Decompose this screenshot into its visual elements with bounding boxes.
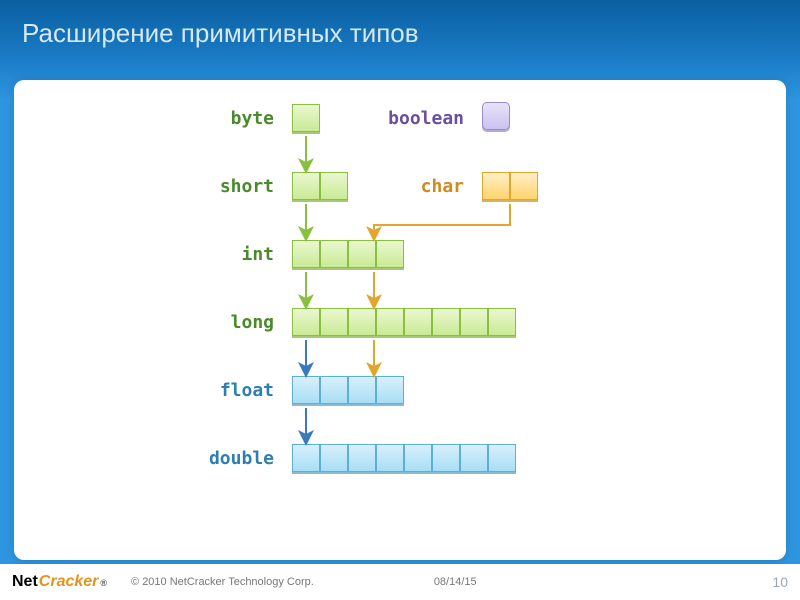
label-double: double	[164, 448, 274, 469]
label-long: long	[164, 312, 274, 333]
logo: NetCracker®	[12, 573, 107, 591]
blocks-char	[482, 172, 538, 200]
blocks-byte	[292, 104, 320, 132]
footer: NetCracker® © 2010 NetCracker Technology…	[0, 564, 800, 600]
label-boolean: boolean	[344, 108, 464, 129]
label-char: char	[384, 176, 464, 197]
label-int: int	[164, 244, 274, 265]
blocks-int	[292, 240, 404, 268]
blocks-float	[292, 376, 404, 404]
logo-cracker: Cracker	[39, 573, 99, 591]
logo-net: Net	[12, 573, 38, 591]
label-byte: byte	[164, 108, 274, 129]
footer-date: 08/14/15	[434, 576, 477, 588]
page-number: 10	[772, 574, 788, 590]
logo-registered: ®	[100, 578, 107, 588]
blocks-long	[292, 308, 516, 336]
slide-title: Расширение примитивных типов	[0, 0, 800, 59]
blocks-boolean	[482, 102, 510, 130]
label-float: float	[164, 380, 274, 401]
type-widening-diagram: byte boolean short char int long float d…	[14, 80, 786, 560]
content-panel: byte boolean short char int long float d…	[14, 80, 786, 560]
blocks-short	[292, 172, 348, 200]
slide: Расширение примитивных типов byte boolea…	[0, 0, 800, 600]
blocks-double	[292, 444, 516, 472]
copyright: © 2010 NetCracker Technology Corp.	[131, 576, 314, 588]
label-short: short	[164, 176, 274, 197]
